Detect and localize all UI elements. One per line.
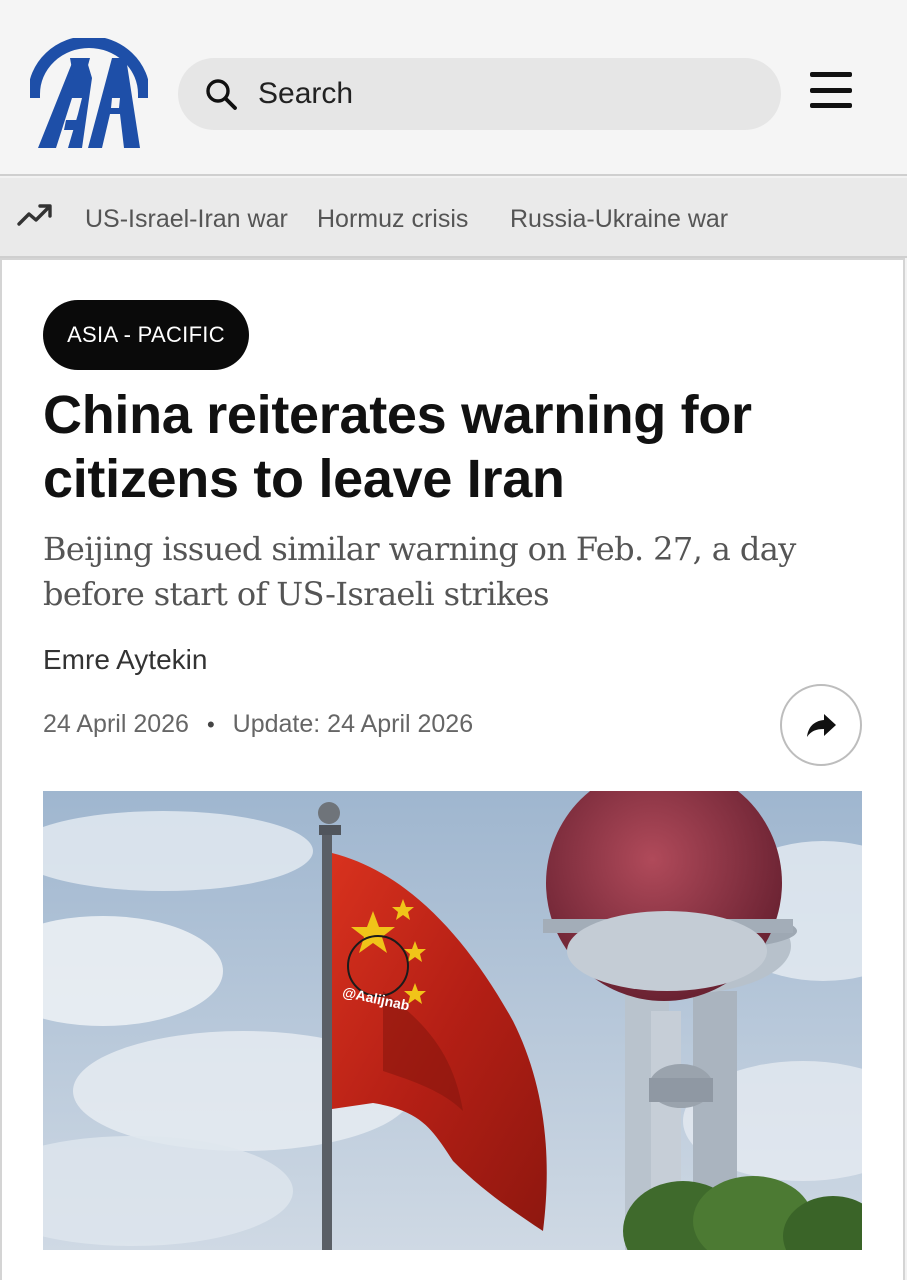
trending-link-russia-ukraine-war[interactable]: Russia-Ukraine war [510, 205, 728, 234]
trending-link-hormuz-crisis[interactable]: Hormuz crisis [317, 205, 468, 234]
article-subtitle: Beijing issued similar warning on Feb. 2… [43, 530, 796, 613]
article-image: @Aalijnab [43, 791, 862, 1250]
category-badge[interactable]: ASIA - PACIFIC [43, 300, 249, 370]
menu-bar [810, 87, 852, 93]
author-name[interactable]: Emre Aytekin [43, 644, 207, 676]
share-button[interactable] [780, 684, 862, 766]
share-arrow-icon [807, 714, 836, 737]
trending-up-icon [17, 204, 52, 226]
trending-link-us-israel-iran-war[interactable]: US-Israel-Iran war [85, 205, 288, 234]
hamburger-menu-icon[interactable] [808, 70, 854, 110]
publish-date: 24 April 2026 [43, 710, 189, 738]
site-header [0, 0, 907, 176]
flag-and-tower-photo: @Aalijnab [43, 791, 862, 1250]
update-date: Update: 24 April 2026 [232, 710, 474, 738]
meta-separator: • [206, 711, 215, 737]
menu-bar [810, 103, 852, 108]
menu-bar [810, 72, 852, 77]
search-icon [206, 79, 237, 110]
article-meta: 24 April 2026 • Update: 24 April 2026 [43, 710, 473, 739]
search-input[interactable] [258, 77, 738, 111]
article-title: China reiterates warning for citizens to… [43, 385, 752, 509]
aa-logo[interactable] [30, 38, 148, 150]
search-bar[interactable] [178, 58, 781, 130]
